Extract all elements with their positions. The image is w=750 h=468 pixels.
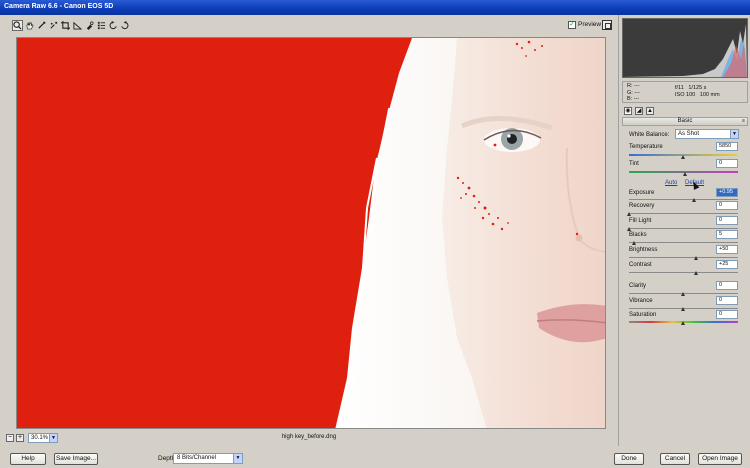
clarity-field[interactable]: 0 — [716, 281, 738, 290]
exposure-slider[interactable] — [629, 199, 738, 200]
right-panel: R: --- G: --- B: --- f/11 1/125 s ISO 10… — [618, 15, 750, 446]
window-title: Camera Raw 6.6 - Canon EOS 5D — [4, 3, 114, 10]
white-balance-label: White Balance: — [629, 132, 670, 138]
vibrance-field[interactable]: 0 — [716, 296, 738, 305]
list-icon[interactable] — [96, 20, 107, 31]
open-image-button[interactable]: Open Image — [698, 453, 742, 465]
vibrance-label: Vibrance — [629, 298, 653, 304]
recovery-label: Recovery — [629, 203, 655, 209]
zoom-icon[interactable] — [12, 20, 23, 31]
tint-field[interactable]: 0 — [716, 159, 738, 168]
retouch-icon[interactable] — [84, 20, 95, 31]
fill-light-field[interactable]: 0 — [716, 216, 738, 225]
basic-section-header: Basic ≡ — [622, 117, 748, 126]
fill-light-slider-thumb[interactable] — [626, 227, 631, 231]
panel-menu-icon[interactable]: ≡ — [742, 118, 745, 125]
blacks-slider[interactable] — [629, 242, 738, 243]
depth-value: 8 Bits/Channel — [177, 455, 217, 461]
preview-checkbox[interactable]: ✓ — [568, 21, 576, 29]
preview-label: Preview — [578, 21, 602, 28]
eyedropper-icon[interactable] — [36, 20, 47, 31]
photo-preview — [17, 38, 605, 428]
camera-raw-window: Camera Raw 6.6 - Canon EOS 5D ✓ Preview … — [0, 0, 750, 468]
recovery-slider-thumb[interactable] — [626, 212, 631, 216]
tool-bar: ✓ Preview — [0, 15, 618, 37]
straighten-icon[interactable] — [72, 20, 83, 31]
status-bar: − + 30.1% ▼ high key_before.dng — [0, 431, 618, 445]
recovery-field[interactable]: 0 — [716, 201, 738, 210]
readout-r: R: --- — [627, 83, 640, 89]
exposure-slider-thumb[interactable] — [691, 198, 696, 202]
tint-label: Tint — [629, 161, 639, 167]
tint-slider-thumb[interactable] — [683, 172, 688, 176]
temperature-label: Temperature — [629, 144, 663, 150]
brightness-field[interactable]: +50 — [716, 245, 738, 254]
blacks-field[interactable]: 5 — [716, 230, 738, 239]
clarity-slider-thumb[interactable] — [681, 292, 685, 296]
exposure-field[interactable]: +0.95 — [716, 188, 738, 197]
rotate-right-icon[interactable] — [119, 20, 130, 31]
temperature-field[interactable]: 5850 — [716, 142, 738, 151]
brightness-slider-thumb[interactable] — [694, 256, 699, 260]
fullscreen-icon[interactable] — [602, 20, 612, 30]
white-balance-select[interactable]: As Shot ▼ — [675, 129, 739, 139]
detail-tab-icon[interactable]: ▲ — [646, 107, 654, 115]
exif-shutter: 1/125 s — [688, 85, 707, 91]
crop-icon[interactable] — [60, 20, 71, 31]
fill-light-slider[interactable] — [629, 228, 738, 229]
contrast-slider[interactable] — [629, 272, 738, 273]
hand-icon[interactable] — [24, 20, 35, 31]
brightness-slider[interactable] — [629, 257, 738, 258]
depth-select[interactable]: 8 Bits/Channel ▼ — [173, 453, 243, 464]
histogram — [622, 18, 748, 78]
cancel-button[interactable]: Cancel — [660, 453, 690, 465]
contrast-label: Contrast — [629, 262, 652, 268]
chevron-down-icon: ▼ — [730, 130, 738, 138]
temperature-slider-thumb[interactable] — [681, 155, 685, 159]
saturation-field[interactable]: 0 — [716, 310, 738, 319]
saturation-label: Saturation — [629, 312, 657, 318]
exposure-label: Exposure — [629, 190, 655, 196]
file-name: high key_before.dng — [281, 434, 337, 440]
recovery-slider[interactable] — [629, 213, 738, 214]
tone-curve-tab-icon[interactable]: ◢ — [635, 107, 643, 115]
bottom-bar: Help Save Image... Depth: 8 Bits/Channel… — [0, 446, 750, 468]
exif-iso: ISO 100 — [675, 92, 696, 98]
clarity-label: Clarity — [629, 283, 647, 289]
image-preview[interactable] — [16, 37, 606, 429]
white-balance-value: As Shot — [678, 131, 700, 137]
readout-b: B: --- — [627, 96, 640, 102]
panel-tabs: ◉ ◢ ▲ — [622, 106, 748, 116]
exif-focal: 100 mm — [699, 92, 720, 98]
vibrance-slider-thumb[interactable] — [681, 307, 685, 311]
done-button[interactable]: Done — [614, 453, 644, 465]
brightness-label: Brightness — [629, 247, 658, 253]
chevron-down-icon: ▼ — [233, 454, 242, 463]
section-title: Basic — [677, 118, 693, 124]
blacks-slider-thumb[interactable] — [631, 241, 636, 245]
auto-link[interactable]: Auto — [665, 180, 677, 186]
exif-aperture: f/11 — [675, 85, 684, 91]
pixel-readout: R: --- G: --- B: --- f/11 1/125 s ISO 10… — [622, 81, 748, 103]
rotate-left-icon[interactable] — [108, 20, 119, 31]
title-bar: Camera Raw 6.6 - Canon EOS 5D — [0, 0, 750, 15]
saturation-slider-thumb[interactable] — [681, 321, 685, 325]
save-image-button[interactable]: Save Image... — [54, 453, 98, 465]
color-sampler-icon[interactable] — [48, 20, 59, 31]
contrast-field[interactable]: +25 — [716, 260, 738, 269]
help-button[interactable]: Help — [10, 453, 46, 465]
basic-tab-icon[interactable]: ◉ — [624, 107, 632, 115]
blacks-label: Blacks — [629, 232, 647, 238]
contrast-slider-thumb[interactable] — [694, 271, 699, 275]
fill-light-label: Fill Light — [629, 218, 652, 224]
